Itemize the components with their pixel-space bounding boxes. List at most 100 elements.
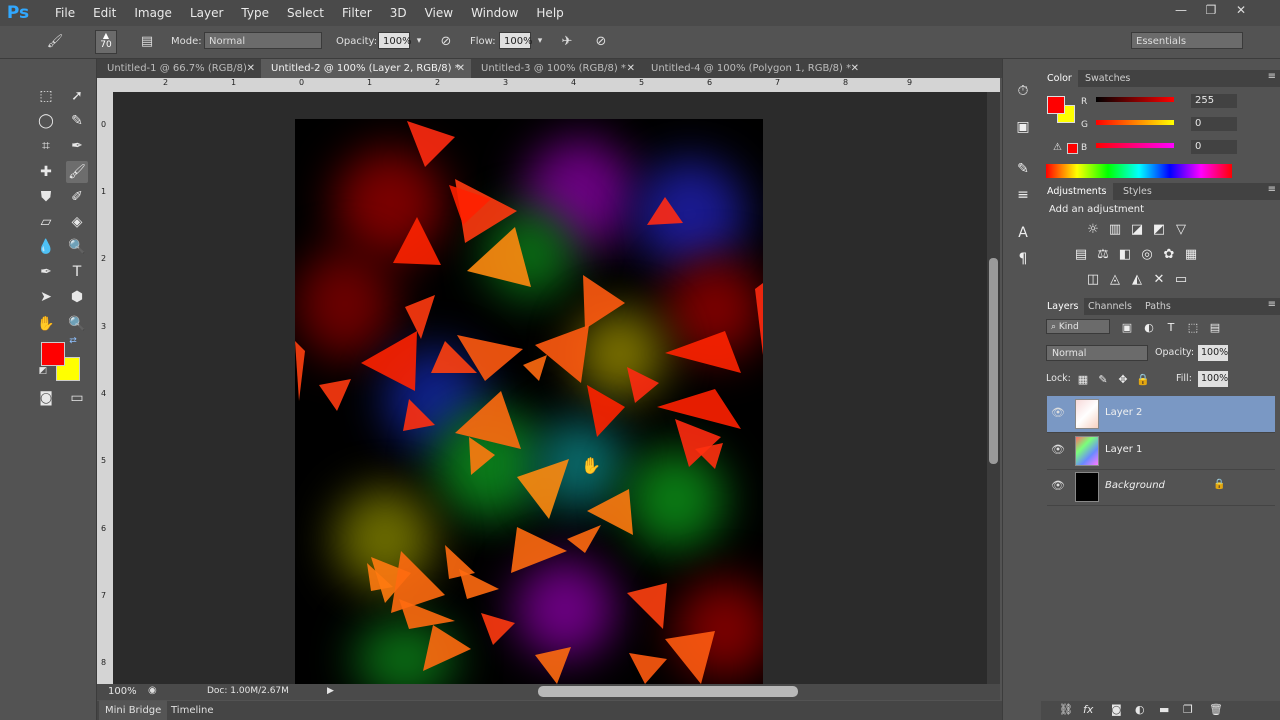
brush-tool-icon[interactable]: 🖌 bbox=[66, 161, 88, 183]
panel-menu-icon[interactable]: ≡ bbox=[1268, 299, 1276, 310]
menu-help[interactable]: Help bbox=[527, 0, 572, 26]
swap-colors-icon[interactable]: ⇄ bbox=[67, 335, 79, 347]
hue-saturation-icon[interactable]: ▤ bbox=[1073, 246, 1089, 262]
clone-stamp-tool-icon[interactable]: ⛊ bbox=[35, 186, 57, 208]
pressure-size-icon[interactable]: ⊘ bbox=[592, 32, 610, 50]
threshold-icon[interactable]: ◭ bbox=[1129, 271, 1145, 287]
selective-color-icon[interactable]: ✕ bbox=[1151, 271, 1167, 287]
menu-image[interactable]: Image bbox=[125, 0, 181, 26]
shape-tool-icon[interactable]: ⬢ bbox=[66, 286, 88, 308]
filter-type-icon[interactable]: T bbox=[1163, 319, 1179, 335]
color-panel-foreground[interactable] bbox=[1047, 96, 1065, 114]
panel-menu-icon[interactable]: ≡ bbox=[1268, 71, 1276, 82]
close-tab-icon[interactable]: ✕ bbox=[457, 59, 465, 78]
filter-adjustment-icon[interactable]: ◐ bbox=[1141, 319, 1157, 335]
menu-file[interactable]: File bbox=[46, 0, 84, 26]
path-selection-tool-icon[interactable]: ➤ bbox=[35, 286, 57, 308]
ruler-origin[interactable] bbox=[97, 78, 113, 92]
new-layer-icon[interactable]: ❐ bbox=[1183, 703, 1193, 716]
curves-icon[interactable]: ◪ bbox=[1129, 221, 1145, 237]
brush-panel-icon[interactable]: ✎ bbox=[1013, 159, 1033, 179]
color-balance-icon[interactable]: ⚖ bbox=[1095, 246, 1111, 262]
document-canvas[interactable] bbox=[295, 119, 763, 684]
color-spectrum-bar[interactable] bbox=[1046, 164, 1232, 178]
lasso-tool-icon[interactable]: ◯ bbox=[35, 110, 57, 132]
paragraph-panel-icon[interactable]: ¶ bbox=[1013, 249, 1033, 269]
tab-layers[interactable]: Layers bbox=[1041, 298, 1085, 315]
workspace-select[interactable]: Essentials bbox=[1131, 32, 1243, 49]
g-slider[interactable] bbox=[1096, 120, 1174, 125]
menu-type[interactable]: Type bbox=[232, 0, 278, 26]
blend-mode-select[interactable]: Normal bbox=[1046, 345, 1148, 361]
menu-edit[interactable]: Edit bbox=[84, 0, 125, 26]
pen-tool-icon[interactable]: ✒ bbox=[35, 261, 57, 283]
minimize-button[interactable]: — bbox=[1166, 0, 1196, 20]
pasteboard[interactable]: ✋ bbox=[113, 92, 987, 684]
levels-icon[interactable]: ▥ bbox=[1107, 221, 1123, 237]
eye-icon[interactable]: 👁 bbox=[1051, 479, 1065, 492]
move-tool-icon[interactable]: ➚ bbox=[66, 85, 88, 107]
fill-input[interactable]: 100% bbox=[1198, 371, 1228, 387]
menu-select[interactable]: Select bbox=[278, 0, 333, 26]
opacity-input[interactable]: 100% bbox=[378, 32, 412, 49]
layer-row-layer-2[interactable]: 👁 Layer 2 bbox=[1047, 396, 1275, 433]
status-info-icon[interactable]: ◉ bbox=[148, 685, 157, 696]
history-panel-icon[interactable]: ⏱ bbox=[1013, 81, 1033, 101]
blur-tool-icon[interactable]: 💧 bbox=[35, 236, 57, 258]
brush-tool-preset-icon[interactable]: 🖌 bbox=[46, 32, 64, 50]
tab-color[interactable]: Color bbox=[1041, 70, 1078, 87]
gamut-warning-icon[interactable]: ⚠ bbox=[1053, 142, 1062, 153]
adjustment-icon[interactable]: ◐ bbox=[1135, 703, 1145, 716]
layer-opacity-input[interactable]: 100% bbox=[1198, 345, 1228, 361]
pressure-opacity-icon[interactable]: ⊘ bbox=[437, 32, 455, 50]
doc-tab-3[interactable]: Untitled-3 @ 100% (RGB/8) * ✕ bbox=[471, 59, 641, 78]
gradient-map-icon[interactable]: ▭ bbox=[1173, 271, 1189, 287]
trash-icon[interactable]: 🗑 bbox=[1209, 703, 1223, 716]
zoom-level[interactable]: 100% bbox=[108, 686, 137, 697]
flow-dropdown-icon[interactable]: ▾ bbox=[531, 32, 549, 50]
menu-window[interactable]: Window bbox=[462, 0, 527, 26]
tab-mini-bridge[interactable]: Mini Bridge bbox=[99, 701, 168, 720]
tab-timeline[interactable]: Timeline bbox=[165, 701, 220, 720]
type-tool-icon[interactable]: T bbox=[66, 261, 88, 283]
history-brush-tool-icon[interactable]: ✐ bbox=[66, 186, 88, 208]
close-tab-icon[interactable]: ✕ bbox=[247, 59, 255, 78]
horizontal-scroll-thumb[interactable] bbox=[538, 686, 798, 697]
posterize-icon[interactable]: ◬ bbox=[1107, 271, 1123, 287]
g-input[interactable]: 0 bbox=[1191, 117, 1237, 131]
menu-view[interactable]: View bbox=[416, 0, 462, 26]
eye-icon[interactable]: 👁 bbox=[1051, 443, 1065, 456]
doc-tab-2[interactable]: Untitled-2 @ 100% (Layer 2, RGB/8) * ✕ bbox=[261, 59, 471, 78]
filter-pixel-icon[interactable]: ▣ bbox=[1119, 319, 1135, 335]
brush-size-picker[interactable]: ▲ 70 bbox=[95, 30, 117, 54]
mode-select[interactable]: Normal bbox=[204, 32, 322, 49]
tab-adjustments[interactable]: Adjustments bbox=[1041, 183, 1113, 200]
vertical-scroll-thumb[interactable] bbox=[989, 258, 998, 464]
color-lookup-icon[interactable]: ▦ bbox=[1183, 246, 1199, 262]
menu-3d[interactable]: 3D bbox=[381, 0, 416, 26]
brush-presets-icon[interactable]: ≡ bbox=[1013, 185, 1033, 205]
hand-tool-icon[interactable]: ✋ bbox=[35, 313, 57, 335]
fx-icon[interactable]: fx bbox=[1083, 703, 1093, 716]
r-input[interactable]: 255 bbox=[1191, 94, 1237, 108]
channel-mixer-icon[interactable]: ✿ bbox=[1161, 246, 1177, 262]
layer-filter-select[interactable]: ⌕ Kind bbox=[1046, 319, 1110, 334]
flow-input[interactable]: 100% bbox=[499, 32, 533, 49]
opacity-dropdown-icon[interactable]: ▾ bbox=[410, 32, 428, 50]
brightness-icon[interactable]: ☼ bbox=[1085, 221, 1101, 237]
close-tab-icon[interactable]: ✕ bbox=[627, 59, 635, 78]
zoom-tool-icon[interactable]: 🔍 bbox=[66, 313, 88, 335]
foreground-color-swatch[interactable] bbox=[41, 342, 65, 366]
eye-icon[interactable]: 👁 bbox=[1051, 406, 1065, 419]
tab-paths[interactable]: Paths bbox=[1139, 298, 1177, 315]
quick-select-tool-icon[interactable]: ✎ bbox=[66, 110, 88, 132]
layer-row-layer-1[interactable]: 👁 Layer 1 bbox=[1047, 433, 1275, 470]
doc-tab-1[interactable]: Untitled-1 @ 66.7% (RGB/8) ✕ bbox=[97, 59, 261, 78]
menu-layer[interactable]: Layer bbox=[181, 0, 232, 26]
screen-mode-icon[interactable]: ▭ bbox=[66, 387, 88, 409]
filter-smart-icon[interactable]: ▤ bbox=[1207, 319, 1223, 335]
filter-shape-icon[interactable]: ⬚ bbox=[1185, 319, 1201, 335]
character-panel-icon[interactable]: A bbox=[1013, 223, 1033, 243]
airbrush-icon[interactable]: ✈ bbox=[558, 32, 576, 50]
photo-filter-icon[interactable]: ◎ bbox=[1139, 246, 1155, 262]
